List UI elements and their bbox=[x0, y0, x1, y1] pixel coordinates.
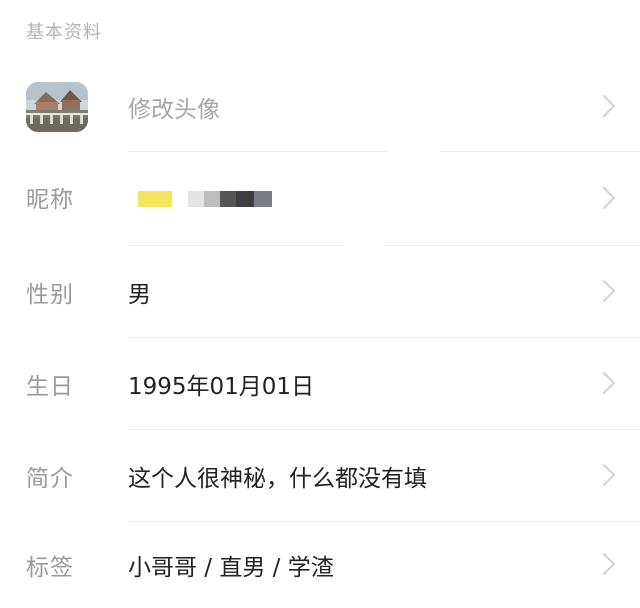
avatar-photo bbox=[26, 82, 88, 132]
bio-label: 简介 bbox=[26, 466, 74, 492]
section-title: 基本资料 bbox=[26, 22, 102, 43]
nickname-value-blurred bbox=[138, 191, 278, 207]
gender-label: 性别 bbox=[26, 282, 74, 308]
chevron-right-icon bbox=[592, 371, 616, 395]
avatar-row[interactable]: 修改头像 bbox=[0, 62, 640, 152]
change-avatar-text: 修改头像 bbox=[128, 97, 220, 123]
chevron-right-icon bbox=[592, 552, 616, 576]
tags-value: 小哥哥 / 直男 / 学渣 bbox=[128, 555, 334, 581]
tags-label: 标签 bbox=[26, 555, 74, 581]
nickname-row[interactable]: 昵称 bbox=[0, 152, 640, 246]
avatar bbox=[26, 82, 88, 132]
chevron-right-icon bbox=[592, 186, 616, 210]
birthday-row[interactable]: 生日 1995年01月01日 bbox=[0, 338, 640, 430]
birthday-label: 生日 bbox=[26, 374, 74, 400]
bio-value: 这个人很神秘，什么都没有填 bbox=[128, 466, 427, 492]
chevron-right-icon bbox=[592, 463, 616, 487]
bio-row[interactable]: 简介 这个人很神秘，什么都没有填 bbox=[0, 430, 640, 522]
birthday-value: 1995年01月01日 bbox=[128, 374, 315, 400]
chevron-right-icon bbox=[592, 279, 616, 303]
chevron-right-icon bbox=[592, 94, 616, 118]
gender-value: 男 bbox=[128, 282, 151, 308]
nickname-label: 昵称 bbox=[26, 187, 74, 213]
gender-row[interactable]: 性别 男 bbox=[0, 246, 640, 338]
tags-row[interactable]: 标签 小哥哥 / 直男 / 学渣 bbox=[0, 522, 640, 608]
